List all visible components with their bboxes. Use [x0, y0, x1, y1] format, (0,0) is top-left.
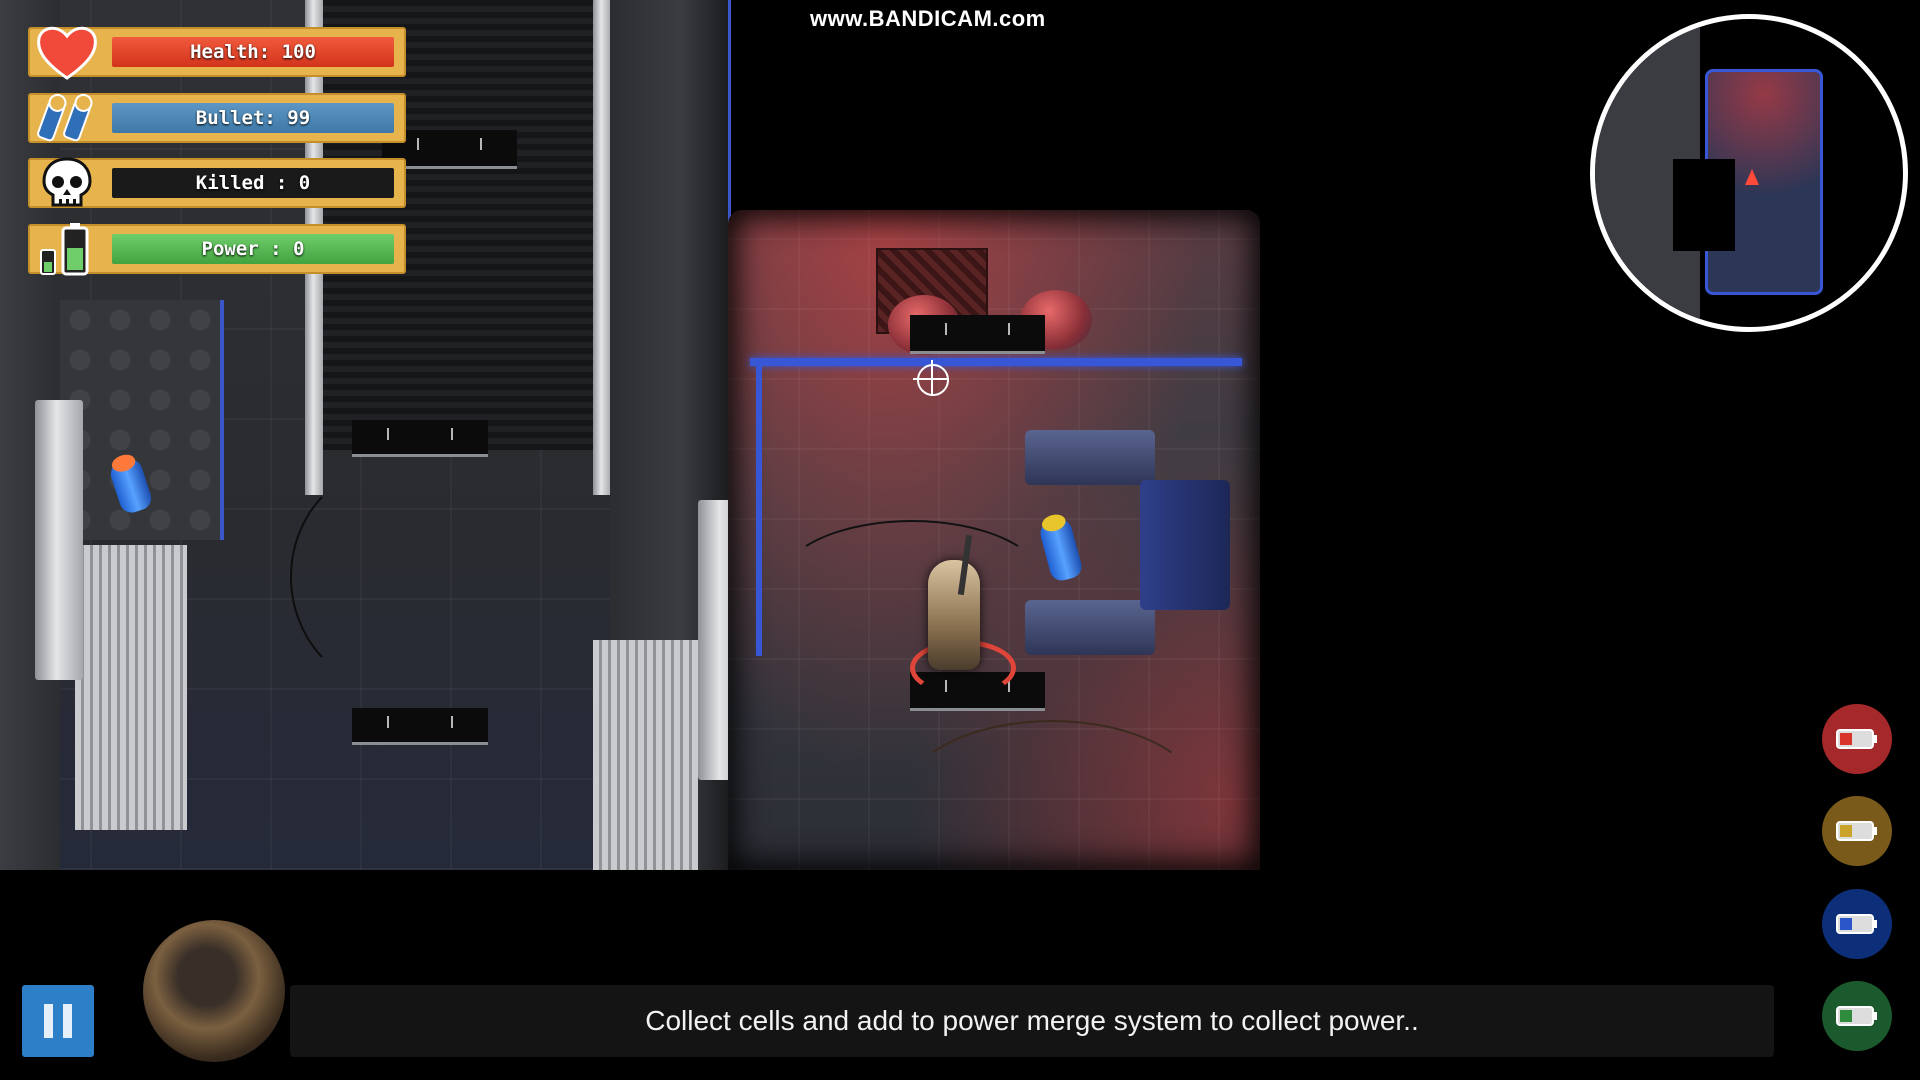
recording-watermark: www.BANDICAM.com [810, 6, 1046, 31]
pause-icon [44, 1004, 53, 1038]
player-character [928, 560, 980, 670]
battery-blue-icon [1836, 914, 1877, 934]
floor-cable [780, 520, 1044, 644]
killed-label: Killed : 0 [112, 168, 394, 198]
door-slot [910, 315, 1045, 354]
pillar [593, 0, 611, 495]
merge-red-button[interactable] [1822, 704, 1892, 774]
heart-icon [32, 23, 102, 81]
killed-stat: Killed : 0 [28, 157, 406, 208]
bullet-stat: Bullet: 99 [28, 93, 406, 143]
merge-green-button[interactable] [1822, 981, 1892, 1051]
pause-icon [63, 1004, 72, 1038]
bullet-label: Bullet: 99 [112, 103, 394, 133]
machine [1025, 430, 1155, 485]
door-slot [352, 420, 488, 457]
machine [1025, 600, 1155, 655]
battery-icon [32, 220, 102, 278]
player-marker-icon [1745, 169, 1759, 185]
minimap-unexplored [1673, 159, 1735, 251]
wall-radiator [593, 640, 698, 870]
floor-cable [900, 720, 1204, 884]
battery-green-icon [1836, 1006, 1877, 1026]
battery-red-icon [1836, 729, 1877, 749]
merge-blue-button[interactable] [1822, 889, 1892, 959]
blue-rail [756, 366, 762, 656]
blue-rail [750, 358, 1242, 366]
hint-message: Collect cells and add to power merge sys… [290, 985, 1774, 1057]
pause-button[interactable] [22, 985, 94, 1057]
power-stat: Power : 0 [28, 223, 406, 276]
power-label: Power : 0 [112, 234, 394, 264]
machine [1140, 480, 1230, 610]
health-stat: Health: 100 [28, 26, 406, 80]
floor-cable [290, 465, 494, 689]
wall-radiator [75, 545, 187, 830]
battery-yellow-icon [1836, 821, 1877, 841]
character-portrait [143, 920, 285, 1062]
pillar [35, 400, 83, 680]
merge-yellow-button[interactable] [1822, 796, 1892, 866]
crosshair-icon [913, 360, 949, 396]
skull-icon [32, 154, 102, 212]
minimap [1590, 14, 1908, 332]
bullets-icon [32, 89, 102, 147]
door-slot [352, 708, 488, 745]
health-label: Health: 100 [112, 37, 394, 67]
